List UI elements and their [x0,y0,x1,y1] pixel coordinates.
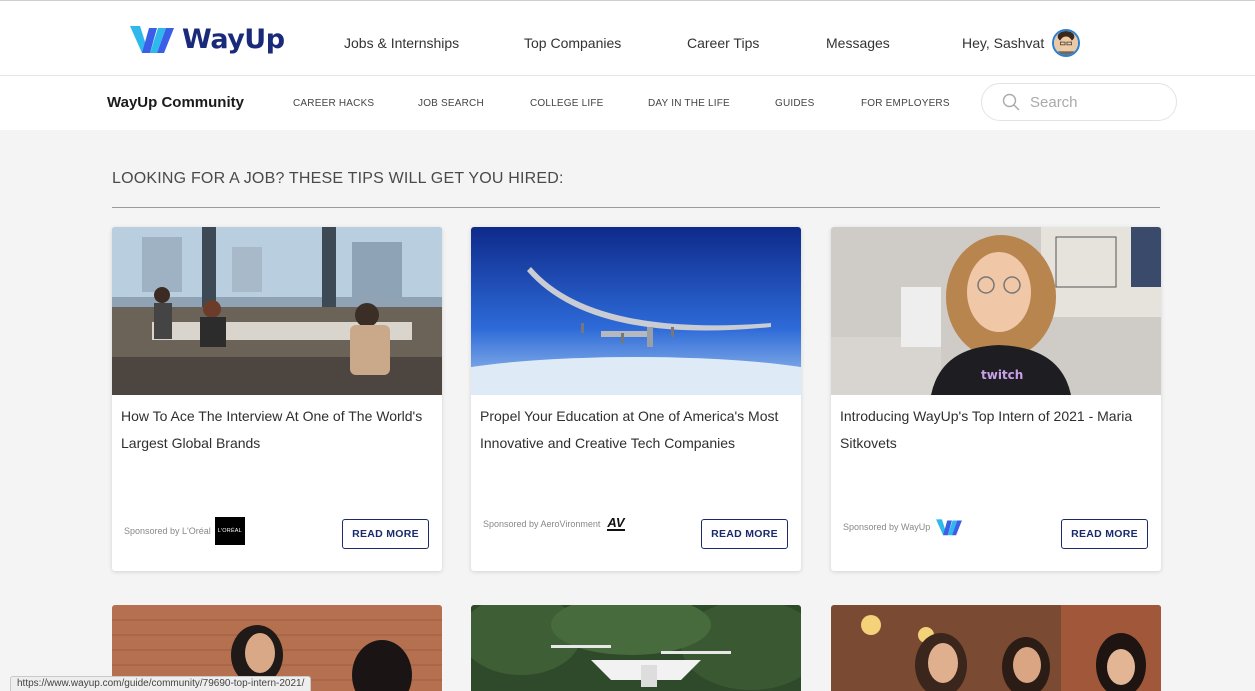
avatar[interactable] [1052,29,1081,57]
article-image-aircraft[interactable] [471,227,801,395]
subnav-college-life[interactable]: COLLEGE LIFE [530,98,604,109]
article-card[interactable]: twitch Introducing WayUp's Top Intern of… [831,227,1161,571]
svg-text:twitch: twitch [981,368,1023,382]
wayup-logo-icon [936,519,963,536]
section-title: LOOKING FOR A JOB? THESE TIPS WILL GET Y… [112,170,564,187]
logo-text: WayUp [182,23,285,55]
nav-top-companies[interactable]: Top Companies [524,35,621,51]
article-title[interactable]: How To Ace The Interview At One of The W… [121,403,431,457]
community-subnav: WayUp Community CAREER HACKS JOB SEARCH … [0,76,1255,130]
drone-photo [471,605,801,691]
nav-career-tips[interactable]: Career Tips [687,35,759,51]
article-title[interactable]: Introducing WayUp's Top Intern of 2021 -… [840,403,1150,457]
loreal-logo: L'ORÉAL [214,517,245,545]
read-more-button[interactable]: READ MORE [342,519,429,549]
aerovironment-logo: AV [604,515,625,531]
read-more-button[interactable]: READ MORE [1061,519,1148,549]
subnav-for-employers[interactable]: FOR EMPLOYERS [861,98,950,109]
wayup-logo[interactable]: WayUp [128,22,285,56]
article-card-image-row2[interactable] [831,605,1161,691]
aircraft-photo [471,227,801,395]
loreal-logo-text: L'ORÉAL [214,517,245,545]
sponsor-label: Sponsored by L'Oréal [124,526,211,536]
article-title[interactable]: Propel Your Education at One of America'… [480,403,790,457]
article-card[interactable]: Propel Your Education at One of America'… [471,227,801,571]
group-photo [831,605,1161,691]
article-card-image-row2[interactable] [471,605,801,691]
avatar-face-icon [1054,31,1079,55]
read-more-button[interactable]: READ MORE [701,519,788,549]
nav-messages[interactable]: Messages [826,35,890,51]
wayup-logo-icon [130,26,174,53]
sponsor-info: Sponsored by AeroVironment AV [483,515,625,531]
office-photo [112,227,442,395]
community-title[interactable]: WayUp Community [107,94,244,111]
subnav-job-search[interactable]: JOB SEARCH [418,98,484,109]
search-box[interactable] [981,83,1177,121]
subnav-career-hacks[interactable]: CAREER HACKS [293,98,374,109]
subnav-day-in-the-life[interactable]: DAY IN THE LIFE [648,98,730,109]
user-menu[interactable]: Hey, Sashvat [962,29,1081,57]
search-icon [1002,93,1020,111]
subnav-guides[interactable]: GUIDES [775,98,815,109]
sponsor-info: Sponsored by L'Oréal L'ORÉAL [124,517,245,545]
sponsor-label: Sponsored by WayUp [843,522,931,532]
nav-jobs-internships[interactable]: Jobs & Internships [344,35,459,51]
user-greeting: Hey, Sashvat [962,35,1045,51]
search-input[interactable] [1030,93,1160,111]
section-divider [112,207,1160,208]
intern-photo: twitch [831,227,1161,395]
article-image-office[interactable] [112,227,442,395]
sponsor-label: Sponsored by AeroVironment [483,519,601,529]
link-preview-status-bar: https://www.wayup.com/guide/community/79… [10,676,312,691]
top-navigation-bar: WayUp Jobs & Internships Top Companies C… [0,0,1255,76]
aerovironment-logo-text: AV [607,515,625,531]
wayup-sponsor-logo [934,517,964,537]
article-image-intern[interactable]: twitch [831,227,1161,395]
sponsor-info: Sponsored by WayUp [843,517,964,537]
article-card[interactable]: How To Ace The Interview At One of The W… [112,227,442,571]
